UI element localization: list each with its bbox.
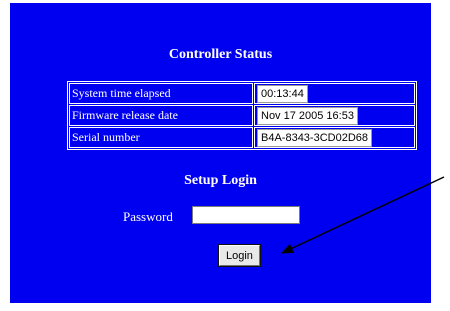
serial-number-cell: B4A-8343-3CD02D68 bbox=[254, 127, 415, 148]
login-button[interactable]: Login bbox=[218, 244, 261, 267]
password-input[interactable] bbox=[192, 206, 300, 224]
serial-number-label: Serial number bbox=[69, 127, 253, 148]
system-time-value: 00:13:44 bbox=[257, 84, 308, 103]
setup-login-title: Setup Login bbox=[184, 173, 257, 188]
screenshot-frame: Controller Status System time elapsed 00… bbox=[0, 0, 450, 311]
firmware-date-cell: Nov 17 2005 16:53 bbox=[254, 105, 415, 126]
system-time-cell: 00:13:44 bbox=[254, 83, 415, 104]
serial-number-value: B4A-8343-3CD02D68 bbox=[257, 128, 373, 147]
controller-status-title: Controller Status bbox=[168, 47, 273, 62]
status-table: System time elapsed 00:13:44 Firmware re… bbox=[67, 81, 417, 150]
table-row: Serial number B4A-8343-3CD02D68 bbox=[69, 127, 415, 148]
controller-panel: Controller Status System time elapsed 00… bbox=[10, 3, 431, 303]
table-row: Firmware release date Nov 17 2005 16:53 bbox=[69, 105, 415, 126]
system-time-label: System time elapsed bbox=[69, 83, 253, 104]
password-label: Password bbox=[123, 209, 173, 224]
firmware-date-label: Firmware release date bbox=[69, 105, 253, 126]
firmware-date-value: Nov 17 2005 16:53 bbox=[257, 106, 358, 125]
table-row: System time elapsed 00:13:44 bbox=[69, 83, 415, 104]
